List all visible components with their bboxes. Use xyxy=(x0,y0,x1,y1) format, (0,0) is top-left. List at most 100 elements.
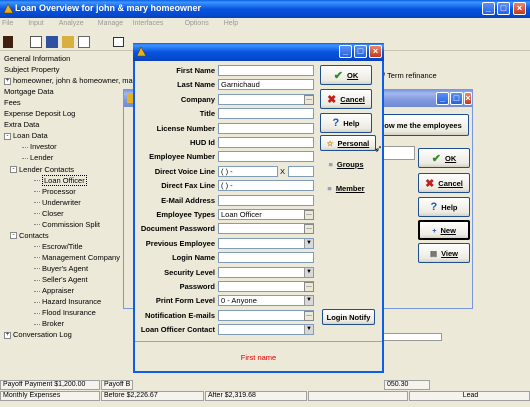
maximize-button[interactable]: □ xyxy=(497,2,510,15)
form-field-input[interactable] xyxy=(218,151,314,163)
tree-item[interactable]: Expense Deposit Log xyxy=(4,109,75,118)
tree-item[interactable]: Processor xyxy=(34,187,76,196)
tree-item[interactable]: Mortgage Data xyxy=(4,87,54,96)
form-field-input[interactable]: ▼ xyxy=(218,324,314,336)
personal-button[interactable]: ☆ Personal xyxy=(320,135,376,151)
close-button[interactable]: × xyxy=(513,2,526,15)
form-field-input[interactable] xyxy=(218,309,314,321)
form-field-input[interactable] xyxy=(218,93,314,105)
tree-item[interactable]: Escrow/Title xyxy=(34,242,83,251)
form-ok-button[interactable]: ✔ OK xyxy=(320,65,372,85)
toolbar-book-icon[interactable] xyxy=(3,36,13,48)
maximize-button[interactable]: □ xyxy=(450,92,463,105)
form-field-input[interactable] xyxy=(218,108,314,120)
ellipsis-button[interactable]: ... xyxy=(304,282,314,292)
menu-item-interfaces[interactable]: Interfaces xyxy=(133,20,164,27)
tree-item[interactable]: Loan Officer xyxy=(34,174,87,186)
dropdown-arrow-icon[interactable]: ▼ xyxy=(304,296,313,306)
form-field-input[interactable]: 0 - Anyone ▼ xyxy=(218,295,314,307)
menu-item-options[interactable]: Options xyxy=(185,20,209,27)
form-help-button[interactable]: ? Help xyxy=(320,113,372,133)
maximize-button[interactable]: □ xyxy=(354,45,367,58)
ellipsis-button[interactable]: ... xyxy=(304,224,314,235)
menu-item-analyze[interactable]: Analyze xyxy=(59,20,84,27)
collapse-icon[interactable]: - xyxy=(10,232,17,240)
tree-item[interactable]: + homeowner, john & homeowner, mary xyxy=(4,76,139,85)
help-button[interactable]: ? Help xyxy=(418,197,470,217)
tree-item[interactable]: General Information xyxy=(4,54,70,63)
collapse-icon[interactable]: - xyxy=(4,132,11,140)
close-button[interactable]: × xyxy=(369,45,382,58)
form-field-input[interactable] xyxy=(218,194,314,206)
tree-item[interactable]: Underwriter xyxy=(34,198,81,207)
form-field-input[interactable]: ( ) - xyxy=(218,165,278,177)
tree-item[interactable]: - Loan Data xyxy=(4,131,48,140)
tree-item[interactable]: Subject Property xyxy=(4,65,59,74)
cancel-button[interactable]: ✖ Cancel xyxy=(418,173,470,193)
tree-item[interactable]: Management Company xyxy=(34,253,120,262)
ellipsis-button[interactable]: ... xyxy=(304,310,314,321)
ellipsis-button[interactable]: ... xyxy=(304,210,314,220)
toolbar-print-icon[interactable] xyxy=(30,36,42,48)
tree-item[interactable]: - Contacts xyxy=(10,231,49,240)
form-field-input[interactable] xyxy=(218,223,314,235)
tree-connector xyxy=(22,146,28,148)
toolbar-save-icon[interactable] xyxy=(46,36,58,48)
dropdown-arrow-icon[interactable]: ▼ xyxy=(304,325,313,335)
tree-item[interactable]: Broker xyxy=(34,319,64,328)
form-cancel-button[interactable]: ✖ Cancel xyxy=(320,89,372,109)
view-button[interactable]: ▤ View xyxy=(418,243,470,263)
tree-item[interactable]: Lender xyxy=(22,153,53,162)
form-field-input[interactable] xyxy=(218,281,314,292)
form-field-input[interactable]: ( ) - xyxy=(218,180,314,192)
form-field-input[interactable]: ▼ xyxy=(218,237,314,249)
form-field-input[interactable] xyxy=(218,137,314,148)
minimize-button[interactable]: _ xyxy=(436,92,449,105)
form-field-input[interactable]: ▼ xyxy=(218,266,314,278)
form-field-input[interactable] xyxy=(218,122,314,134)
menu-item-input[interactable]: Input xyxy=(28,20,44,27)
ok-button[interactable]: ✔ OK xyxy=(418,148,470,168)
extension-input[interactable] xyxy=(288,165,314,177)
expand-icon[interactable]: + xyxy=(4,331,11,339)
form-field-input[interactable]: Loan Officer xyxy=(218,209,314,220)
dropdown-arrow-icon[interactable]: ▼ xyxy=(304,267,313,277)
tree-item-label: Contacts xyxy=(19,230,49,240)
toolbar-window-icon[interactable] xyxy=(113,37,124,47)
close-button[interactable]: × xyxy=(464,92,472,105)
form-field-input[interactable] xyxy=(218,252,314,264)
menu-item-file[interactable]: File xyxy=(2,20,13,27)
toolbar-folder-icon[interactable] xyxy=(62,36,74,48)
minimize-button[interactable]: _ xyxy=(339,45,352,58)
menu-item-help[interactable]: Help xyxy=(224,20,238,27)
tree-item[interactable]: Investor xyxy=(22,142,57,151)
question-icon: ? xyxy=(430,201,438,213)
new-button[interactable]: + New xyxy=(418,220,470,240)
tree-item[interactable]: Appraiser xyxy=(34,286,74,295)
toolbar-doc-icon[interactable] xyxy=(78,36,90,48)
dropdown-arrow-icon[interactable]: ▼ xyxy=(304,238,313,248)
login-notify-button[interactable]: Login Notify xyxy=(322,309,375,325)
member-button[interactable]: ≡ Member xyxy=(320,180,372,196)
tree-item[interactable]: Commission Split xyxy=(34,220,100,229)
tree-item[interactable]: Fees xyxy=(4,98,21,107)
ellipsis-button[interactable]: ... xyxy=(304,94,314,105)
tree-item[interactable]: + Conversation Log xyxy=(4,330,72,339)
tree-item[interactable]: Flood Insurance xyxy=(34,308,96,317)
collapse-icon[interactable]: - xyxy=(10,166,17,174)
tree-item[interactable]: Buyer's Agent xyxy=(34,264,88,273)
show-employees-button[interactable]: ow me the employees xyxy=(377,114,469,136)
form-field-input[interactable] xyxy=(218,65,314,76)
tree-item[interactable]: - Lender Contacts xyxy=(10,165,74,174)
menu-item-manage[interactable]: Manage xyxy=(98,20,123,27)
loan-tree: General Information Subject Property + home… xyxy=(0,54,139,344)
minimize-button[interactable]: _ xyxy=(482,2,495,15)
tree-item[interactable]: Closer xyxy=(34,209,64,218)
form-field-input[interactable]: Garnichaud xyxy=(218,79,314,91)
tree-connector xyxy=(34,213,40,215)
tree-item[interactable]: Hazard Insurance xyxy=(34,297,101,306)
tree-item[interactable]: Seller's Agent xyxy=(34,275,88,284)
tree-item[interactable]: Extra Data xyxy=(4,120,39,129)
groups-button[interactable]: ≡ Groups xyxy=(320,156,372,172)
expand-icon[interactable]: + xyxy=(4,77,11,85)
